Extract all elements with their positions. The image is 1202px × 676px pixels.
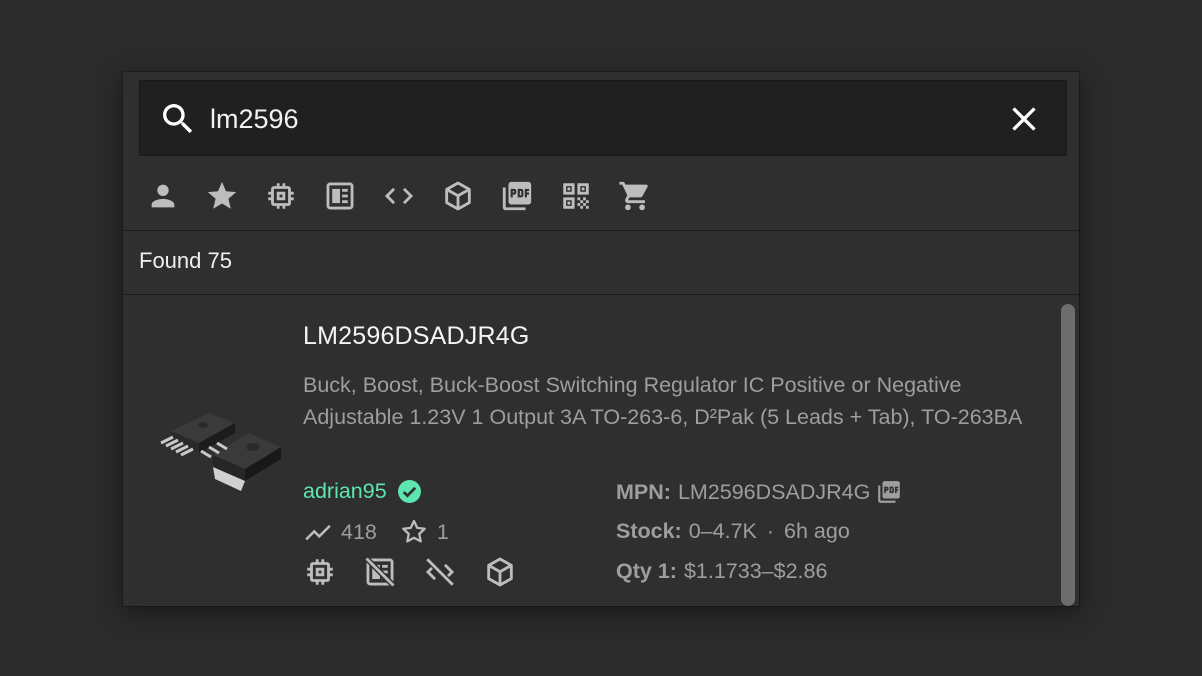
stock-age: 6h ago xyxy=(784,519,850,543)
filter-users-button[interactable] xyxy=(139,172,187,220)
search-icon xyxy=(163,104,193,134)
clear-search-button[interactable] xyxy=(1004,99,1044,139)
price-value: $1.1733–$2.86 xyxy=(683,559,828,583)
part-title[interactable]: LM2596DSADJR4G xyxy=(303,322,530,351)
cube-icon xyxy=(445,181,471,211)
pdf-icon xyxy=(502,181,532,211)
price-row: Qty 1: $1.1733–$2.86 xyxy=(616,559,827,584)
result-item[interactable]: LM2596DSADJR4G Buck, Boost, Buck-Boost S… xyxy=(123,297,1059,606)
cube-icon xyxy=(487,557,513,587)
feature-icons xyxy=(303,555,543,589)
code-icon xyxy=(384,187,414,205)
stock-label: Stock: xyxy=(616,519,682,543)
filter-datasheets-button[interactable] xyxy=(493,172,541,220)
qr-code-icon xyxy=(563,183,589,209)
qty-label: Qty 1: xyxy=(616,559,677,583)
trending-up-icon xyxy=(305,524,331,541)
star-count: 1 xyxy=(436,519,449,544)
stock-separator: · xyxy=(766,519,775,543)
filter-symbols-button[interactable] xyxy=(257,172,305,220)
divider xyxy=(123,230,1079,231)
verified-icon xyxy=(397,480,421,503)
star-outline-icon[interactable] xyxy=(399,517,429,547)
mpn-row: MPN: LM2596DSADJR4G xyxy=(616,479,902,505)
chip-icon xyxy=(268,183,294,209)
datasheet-pdf-icon[interactable] xyxy=(876,479,902,505)
results-count: Found 75 xyxy=(139,248,232,273)
filter-starred-button[interactable] xyxy=(198,172,246,220)
stock-value: 0–4.7K xyxy=(688,519,757,543)
scrollbar[interactable] xyxy=(1061,304,1075,606)
chip-icon xyxy=(307,559,333,585)
search-bar xyxy=(139,80,1067,156)
filter-footprints-button[interactable] xyxy=(316,172,364,220)
divider xyxy=(123,294,1079,295)
stock-row: Stock: 0–4.7K · 6h ago xyxy=(616,519,850,544)
footprint-off-icon xyxy=(364,556,396,588)
filter-toolbar xyxy=(139,172,670,220)
filter-shop-button[interactable] xyxy=(611,172,659,220)
part-description: Buck, Boost, Buck-Boost Switching Regula… xyxy=(303,373,1023,429)
filter-code-button[interactable] xyxy=(375,172,423,220)
mpn-value: LM2596DSADJR4G xyxy=(677,479,871,504)
author-row: adrian95 xyxy=(303,479,422,504)
download-count: 418 xyxy=(341,519,377,544)
filter-3d-models-button[interactable] xyxy=(434,172,482,220)
star-icon xyxy=(207,181,237,209)
search-dialog: Found 75 xyxy=(123,72,1079,606)
code-off-icon xyxy=(425,557,455,587)
mpn-label: MPN: xyxy=(616,479,671,504)
search-input[interactable] xyxy=(210,93,990,145)
filter-qr-button[interactable] xyxy=(552,172,600,220)
author-link[interactable]: adrian95 xyxy=(303,479,387,504)
part-thumbnail xyxy=(160,413,281,491)
cart-icon xyxy=(619,181,648,211)
person-icon xyxy=(151,184,175,208)
footprint-icon xyxy=(326,182,354,210)
stats-row: 418 1 xyxy=(303,517,449,547)
